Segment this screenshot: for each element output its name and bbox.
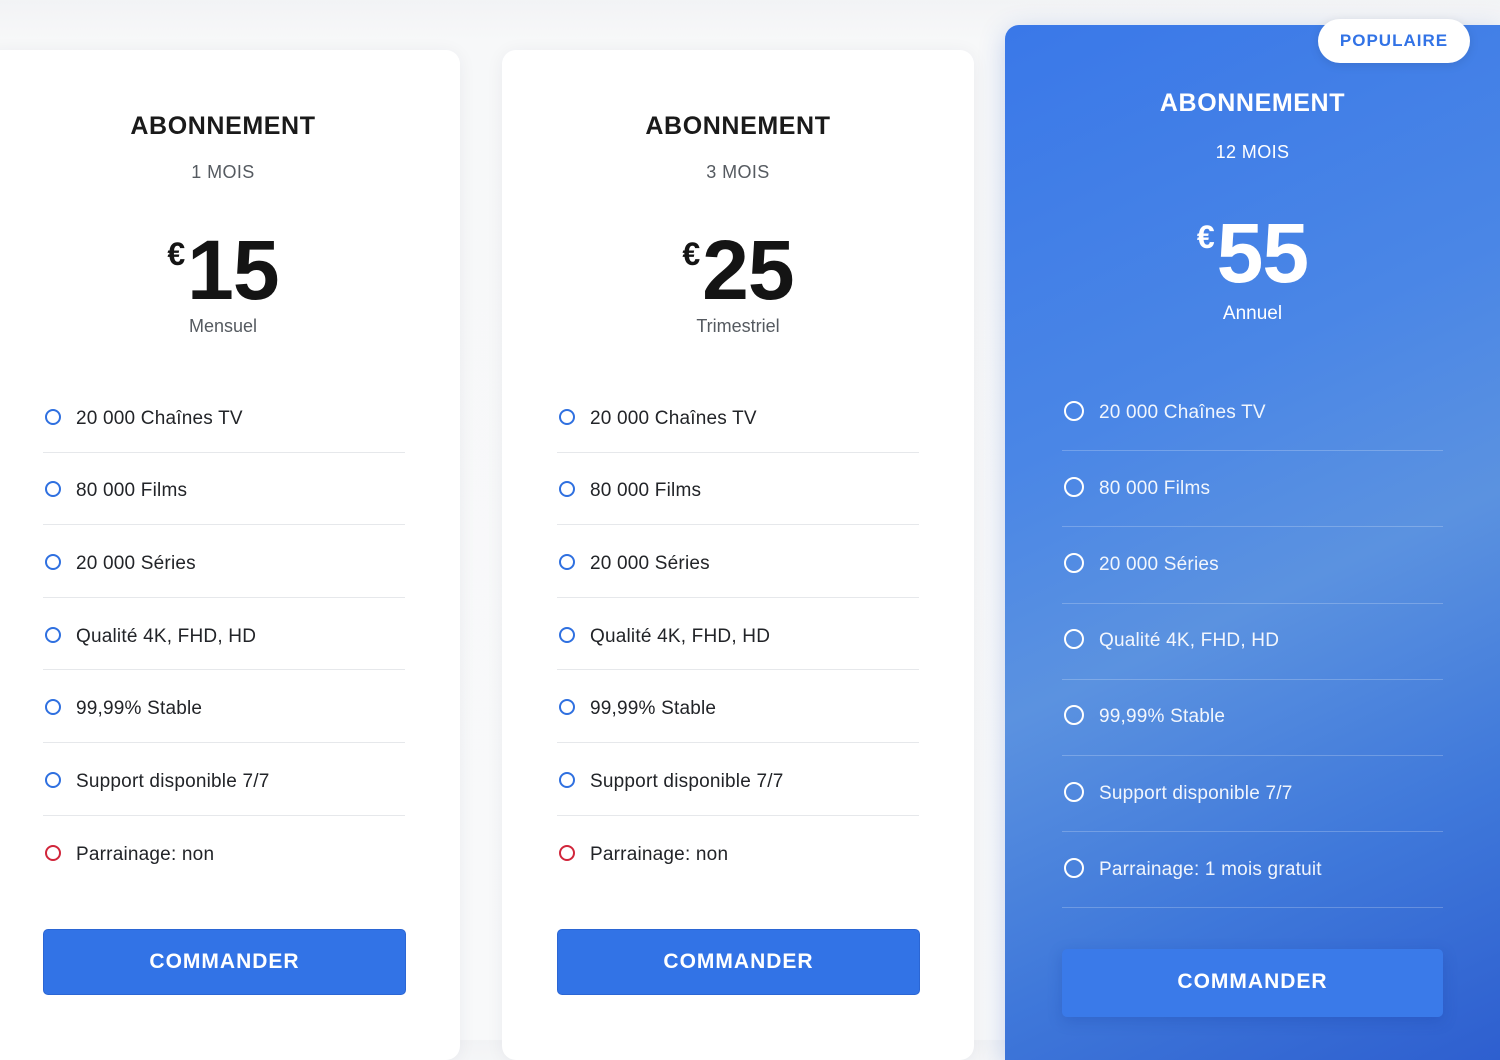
feature-label: 20 000 Chaînes TV <box>1099 401 1266 423</box>
pricing-card-1-month: ABONNEMENT 1 MOIS €15 Mensuel 20 000 Cha… <box>0 50 460 1060</box>
feature-list: 20 000 Chaînes TV 80 000 Films 20 000 Sé… <box>43 380 405 888</box>
feature-item: 99,99% Stable <box>43 670 405 743</box>
feature-label: Support disponible 7/7 <box>1099 782 1293 804</box>
feature-label: Parrainage: 1 mois gratuit <box>1099 858 1322 880</box>
feature-label: 99,99% Stable <box>76 698 203 720</box>
feature-item: Parrainage: non <box>43 816 405 889</box>
feature-item: Support disponible 7/7 <box>43 743 405 816</box>
billing-period: Trimestriel <box>696 316 780 336</box>
check-circle-icon <box>45 408 61 425</box>
check-circle-icon <box>1064 629 1084 650</box>
feature-label: 80 000 Films <box>76 480 188 502</box>
feature-item: 20 000 Chaînes TV <box>557 380 919 453</box>
order-button[interactable]: COMMANDER <box>557 929 920 995</box>
feature-item: 80 000 Films <box>1062 451 1443 528</box>
plan-price: €25 <box>502 228 974 312</box>
feature-label: 20 000 Séries <box>76 552 196 574</box>
order-button[interactable]: COMMANDER <box>1062 949 1443 1017</box>
check-circle-icon <box>559 699 575 716</box>
feature-label: 20 000 Chaînes TV <box>590 407 757 429</box>
feature-item: 20 000 Séries <box>1062 527 1443 604</box>
price-amount: 55 <box>1216 206 1309 300</box>
feature-label: Parrainage: non <box>590 843 729 865</box>
check-circle-icon <box>559 771 575 788</box>
excluded-circle-icon <box>559 844 575 861</box>
feature-label: 20 000 Séries <box>1099 553 1219 575</box>
plan-duration: 1 MOIS <box>191 162 255 182</box>
check-circle-icon <box>1064 400 1084 421</box>
plan-title: ABONNEMENT <box>130 112 316 140</box>
feature-item: 99,99% Stable <box>1062 680 1443 756</box>
feature-item: Qualité 4K, FHD, HD <box>557 598 919 671</box>
feature-label: 20 000 Séries <box>590 552 710 574</box>
feature-label: Support disponible 7/7 <box>76 770 270 792</box>
check-circle-icon <box>1064 781 1084 802</box>
feature-item: Parrainage: non <box>557 816 919 889</box>
feature-item: 20 000 Séries <box>557 525 919 598</box>
pricing-card-3-months: ABONNEMENT 3 MOIS €25 Trimestriel 20 000… <box>502 50 974 1060</box>
check-circle-icon <box>559 553 575 570</box>
currency-symbol: € <box>1196 219 1215 255</box>
order-button[interactable]: COMMANDER <box>43 929 406 995</box>
feature-item: 80 000 Films <box>557 453 919 526</box>
check-circle-icon <box>559 626 575 643</box>
pricing-card-12-months: POPULAIRE ABONNEMENT 12 MOIS €55 Annuel … <box>1005 19 1500 1060</box>
feature-item: Qualité 4K, FHD, HD <box>1062 604 1443 680</box>
check-circle-icon <box>45 771 61 788</box>
feature-label: Parrainage: non <box>76 843 215 865</box>
feature-item: Parrainage: 1 mois gratuit <box>1062 832 1443 909</box>
feature-item: 20 000 Séries <box>43 525 405 598</box>
check-circle-icon <box>1064 705 1084 726</box>
popular-badge: POPULAIRE <box>1318 19 1470 63</box>
plan-title: ABONNEMENT <box>1159 89 1346 117</box>
currency-symbol: € <box>167 236 186 272</box>
feature-list: 20 000 Chaînes TV 80 000 Films 20 000 Sé… <box>1062 375 1443 909</box>
feature-label: 80 000 Films <box>590 480 702 502</box>
check-circle-icon <box>45 481 61 498</box>
plan-price: €15 <box>0 228 460 312</box>
plan-price: €55 <box>1005 211 1500 295</box>
feature-label: Qualité 4K, FHD, HD <box>1099 630 1280 652</box>
feature-item: 20 000 Chaînes TV <box>43 380 405 453</box>
price-amount: 25 <box>702 223 794 317</box>
feature-label: 99,99% Stable <box>1099 706 1226 728</box>
plan-duration: 12 MOIS <box>1215 142 1290 162</box>
feature-item: Qualité 4K, FHD, HD <box>43 598 405 671</box>
check-circle-icon <box>1064 552 1084 573</box>
feature-item: 20 000 Chaînes TV <box>1062 375 1443 452</box>
feature-list: 20 000 Chaînes TV 80 000 Films 20 000 Sé… <box>557 380 919 888</box>
feature-label: 99,99% Stable <box>590 698 717 720</box>
billing-period: Annuel <box>1222 303 1283 324</box>
feature-label: 20 000 Chaînes TV <box>76 407 243 429</box>
billing-period: Mensuel <box>188 316 258 336</box>
check-circle-icon <box>45 553 61 570</box>
feature-item: 80 000 Films <box>43 453 405 526</box>
currency-symbol: € <box>682 236 701 272</box>
plan-duration: 3 MOIS <box>706 162 770 182</box>
check-circle-icon <box>559 408 575 425</box>
feature-label: 80 000 Films <box>1099 477 1211 499</box>
feature-label: Qualité 4K, FHD, HD <box>76 625 257 647</box>
feature-item: Support disponible 7/7 <box>557 743 919 816</box>
feature-item: 99,99% Stable <box>557 670 919 743</box>
excluded-circle-icon <box>45 844 61 861</box>
check-circle-icon <box>559 481 575 498</box>
feature-label: Qualité 4K, FHD, HD <box>590 625 771 647</box>
plan-title: ABONNEMENT <box>645 112 831 140</box>
check-circle-icon <box>45 626 61 643</box>
price-amount: 15 <box>187 223 279 317</box>
check-circle-icon <box>45 699 61 716</box>
check-circle-icon <box>1064 857 1084 878</box>
check-circle-icon <box>1064 476 1084 497</box>
feature-label: Support disponible 7/7 <box>590 770 784 792</box>
feature-item: Support disponible 7/7 <box>1062 756 1443 833</box>
